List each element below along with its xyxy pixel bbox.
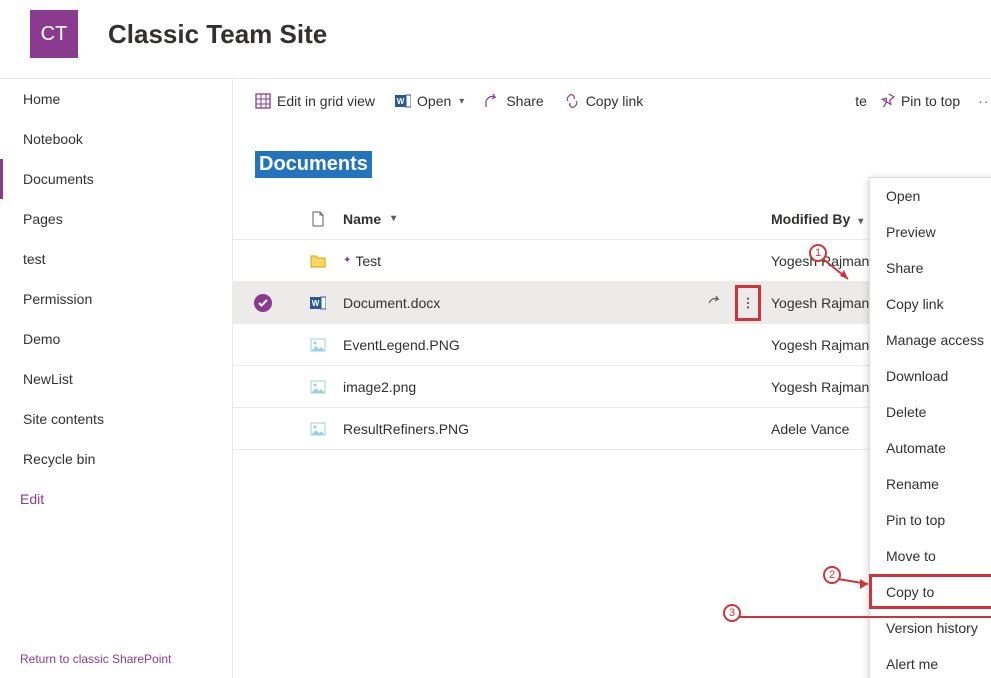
ctx-item-rename[interactable]: Rename [870,466,991,502]
nav-item-demo[interactable]: Demo [0,319,232,359]
svg-text:W: W [312,299,320,308]
site-logo: CT [30,10,78,58]
file-name[interactable]: Document.docx [343,295,440,311]
new-indicator-icon: ✦ [343,255,351,266]
file-type-column-icon [310,211,326,227]
nav-item-permission[interactable]: Permission [0,279,232,319]
nav-item-site-contents[interactable]: Site contents [0,399,232,439]
image-icon [310,337,326,353]
selected-checkmark-icon [254,294,272,312]
image-icon [310,379,326,395]
annotation-1: 1 [809,244,827,262]
cmd-open-label: Open [417,93,451,109]
word-icon: W [310,295,326,311]
ctx-item-share[interactable]: Share [870,250,991,286]
row-more-button[interactable] [735,285,761,321]
annotation-3-arrow [738,612,991,632]
nav-edit-link[interactable]: Edit [0,479,232,519]
share-icon [484,93,500,109]
grid-icon [255,93,271,109]
image-icon [310,421,326,437]
ctx-item-move-to[interactable]: Move to [870,538,991,574]
column-name[interactable]: Name ▾ [343,211,771,227]
site-header: CT Classic Team Site [0,0,991,78]
nav-item-newlist[interactable]: NewList [0,359,232,399]
left-nav: HomeNotebookDocumentsPagestestPermission… [0,78,232,678]
annotation-3: 3 [723,604,741,622]
cmd-overflow[interactable]: ··· [972,93,991,109]
nav-item-documents[interactable]: Documents [0,159,232,199]
nav-item-recycle-bin[interactable]: Recycle bin [0,439,232,479]
chevron-down-icon: ▾ [459,96,464,107]
ctx-item-delete[interactable]: Delete [870,394,991,430]
file-name[interactable]: ResultRefiners.PNG [343,421,469,437]
cmd-open[interactable]: W Open ▾ [387,83,472,119]
site-title: Classic Team Site [108,19,327,50]
pin-icon [879,93,895,109]
nav-item-pages[interactable]: Pages [0,199,232,239]
main-content: Edit in grid view W Open ▾ Share Copy li… [232,78,991,678]
file-name[interactable]: EventLegend.PNG [343,337,460,353]
annotation-2-box [869,574,991,609]
cmd-share[interactable]: Share [476,83,551,119]
column-name-label: Name [343,211,381,227]
ctx-item-automate[interactable]: Automate› [870,430,991,466]
nav-item-notebook[interactable]: Notebook [0,119,232,159]
cmd-pin-label: Pin to top [901,93,960,109]
nav-item-home[interactable]: Home [0,79,232,119]
ctx-item-manage-access[interactable]: Manage access [870,322,991,358]
command-bar: Edit in grid view W Open ▾ Share Copy li… [233,79,991,123]
file-name[interactable]: Test [355,253,381,269]
link-icon [564,93,580,109]
cmd-share-label: Share [506,93,543,109]
row-share-button[interactable] [701,289,729,317]
ctx-item-open[interactable]: Open› [870,178,991,214]
column-modified-by-label: Modified By [771,211,850,227]
annotation-2: 2 [823,566,841,584]
ctx-item-preview[interactable]: Preview [870,214,991,250]
cmd-copy-link-label: Copy link [586,93,644,109]
cmd-edit-grid[interactable]: Edit in grid view [247,83,383,119]
chevron-down-icon: ▾ [858,216,863,227]
library-title: Documents [255,151,372,178]
chevron-down-icon: ▾ [391,213,396,224]
cmd-copy-link[interactable]: Copy link [556,83,652,119]
svg-text:W: W [397,97,405,106]
file-name[interactable]: image2.png [343,379,416,395]
folder-icon [310,253,326,269]
ctx-item-alert-me[interactable]: Alert me [870,646,991,678]
ctx-item-download[interactable]: Download [870,358,991,394]
word-icon: W [395,93,411,109]
cmd-delete-partial: te [855,93,867,109]
cmd-pin[interactable]: Pin to top [871,83,968,119]
ctx-item-copy-link[interactable]: Copy link [870,286,991,322]
ctx-item-pin-to-top[interactable]: Pin to top [870,502,991,538]
nav-item-test[interactable]: test [0,239,232,279]
return-classic-link[interactable]: Return to classic SharePoint [20,652,171,666]
cmd-edit-grid-label: Edit in grid view [277,93,375,109]
